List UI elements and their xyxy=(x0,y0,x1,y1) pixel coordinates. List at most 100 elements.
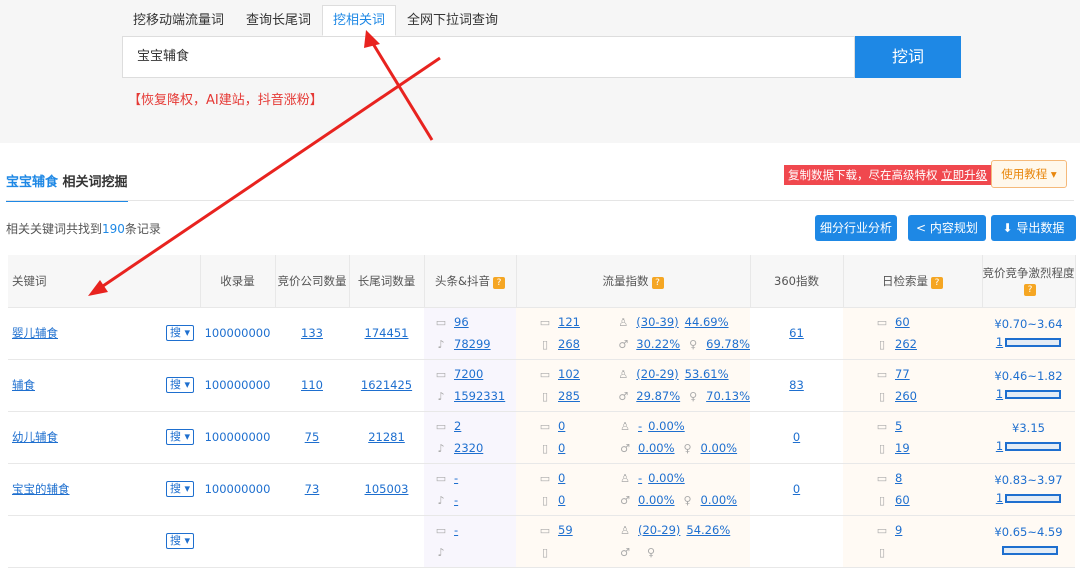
daily-mobile[interactable]: 19 xyxy=(895,441,910,455)
mobile-icon: ▯ xyxy=(541,389,549,403)
help-icon[interactable]: ? xyxy=(931,276,943,289)
competition-level[interactable]: 1 xyxy=(996,491,1003,505)
age-range[interactable]: (30-39) xyxy=(636,315,678,329)
daily-pc[interactable]: 5 xyxy=(895,419,902,433)
mobile-icon: ▯ xyxy=(878,441,886,455)
longtail-link[interactable]: 174451 xyxy=(365,326,409,340)
bid-cell: 75 xyxy=(275,411,349,464)
upgrade-link[interactable]: 立即升级 xyxy=(941,168,987,182)
tab-longtail[interactable]: 查询长尾词 xyxy=(235,5,322,36)
tab-mobile-traffic[interactable]: 挖移动端流量词 xyxy=(122,5,235,36)
tab-dropdown[interactable]: 全网下拉词查询 xyxy=(396,5,509,36)
help-icon[interactable]: ? xyxy=(492,276,505,289)
traffic-cell: ▭ 121 ▯ 268 ♙ (30-39) 44.69% ♂ 30.22% ♀ 69.78% xyxy=(516,307,750,360)
douyin-value[interactable]: 2320 xyxy=(454,441,483,455)
toutiao-value[interactable]: - xyxy=(454,471,458,485)
longtail-link[interactable]: 1621425 xyxy=(361,378,412,392)
help-icon[interactable]: ? xyxy=(1024,284,1036,297)
bid-companies-link[interactable]: 133 xyxy=(301,326,323,340)
female-percent[interactable]: 0.00% xyxy=(701,441,738,455)
pc-traffic[interactable]: 0 xyxy=(558,419,565,433)
search-input[interactable]: 宝宝辅食 xyxy=(122,36,855,78)
industry-analysis-button[interactable]: 细分行业分析 xyxy=(815,215,897,241)
search-area: 挖移动端流量词 查询长尾词 挖相关词 全网下拉词查询 宝宝辅食 挖词 【恢复降权… xyxy=(0,0,1080,143)
female-percent[interactable]: 0.00% xyxy=(701,493,738,507)
pc-icon: ▭ xyxy=(539,367,551,381)
toutiao-value[interactable]: 2 xyxy=(454,419,461,433)
keyword-link[interactable]: 幼儿辅食 xyxy=(12,430,58,444)
age-range[interactable]: (20-29) xyxy=(636,367,678,381)
bid-companies-link[interactable]: 75 xyxy=(305,430,320,444)
bid-companies-link[interactable]: 73 xyxy=(305,482,320,496)
male-percent[interactable]: 30.22% xyxy=(636,337,680,351)
col-longtail: 长尾词数量 xyxy=(349,255,425,308)
male-percent[interactable]: 0.00% xyxy=(638,493,675,507)
search-engine-dropdown[interactable]: 搜 ▾ xyxy=(165,325,194,341)
pc-icon: ▭ xyxy=(539,419,551,433)
content-plan-button[interactable]: < 内容规划 xyxy=(908,215,986,241)
female-icon: ♀ xyxy=(683,493,692,507)
toutiao-icon: ▭ xyxy=(435,315,447,329)
index-360[interactable]: 83 xyxy=(789,378,804,392)
daily-pc[interactable]: 8 xyxy=(895,471,902,485)
age-range[interactable]: - xyxy=(638,419,642,433)
tutorial-dropdown[interactable]: 使用教程 ▾ xyxy=(991,160,1067,188)
female-icon: ♀ xyxy=(646,545,656,559)
competition-level[interactable]: 1 xyxy=(996,439,1003,453)
tab-related[interactable]: 挖相关词 xyxy=(322,5,397,36)
pc-traffic[interactable]: 121 xyxy=(558,315,580,329)
competition-level[interactable]: 1 xyxy=(996,335,1003,349)
toutiao-douyin-cell: ▭ 7200 ♪ 1592331 xyxy=(424,359,516,412)
mobile-traffic[interactable]: 285 xyxy=(558,389,580,403)
search-button[interactable]: 挖词 xyxy=(855,36,961,78)
mobile-traffic[interactable]: 0 xyxy=(558,441,565,455)
female-percent[interactable]: 70.13% xyxy=(706,389,750,403)
male-percent[interactable]: 29.87% xyxy=(636,389,680,403)
index-360[interactable]: 0 xyxy=(793,482,800,496)
share-icon: < xyxy=(916,221,930,235)
search-engine-dropdown[interactable]: 搜 ▾ xyxy=(165,377,194,393)
age-range[interactable]: - xyxy=(638,471,642,485)
pc-traffic[interactable]: 0 xyxy=(558,471,565,485)
competition-bar xyxy=(1005,494,1062,503)
male-percent[interactable]: 0.00% xyxy=(638,441,675,455)
col-keyword: 关键词 xyxy=(8,255,201,308)
age-percent[interactable]: 53.61% xyxy=(685,367,729,381)
age-percent[interactable]: 0.00% xyxy=(648,419,685,433)
search-engine-dropdown[interactable]: 搜 ▾ xyxy=(165,429,194,445)
keyword-link[interactable]: 辅食 xyxy=(12,378,35,392)
longtail-link[interactable]: 105003 xyxy=(365,482,409,496)
bid-companies-link[interactable]: 110 xyxy=(301,378,323,392)
pc-traffic[interactable]: 102 xyxy=(558,367,580,381)
toutiao-value[interactable]: 7200 xyxy=(454,367,483,381)
longtail-link[interactable]: 21281 xyxy=(368,430,405,444)
douyin-value[interactable]: 78299 xyxy=(454,337,491,351)
daily-mobile[interactable]: 60 xyxy=(895,493,910,507)
index-360[interactable]: 61 xyxy=(789,326,804,340)
competition-bar xyxy=(1001,546,1058,555)
competition-level[interactable]: 1 xyxy=(996,387,1003,401)
keyword-link[interactable]: 婴儿辅食 xyxy=(12,326,58,340)
daily-pc[interactable]: 77 xyxy=(895,367,910,381)
promo-link[interactable]: 【恢复降权，AI建站，抖音涨粉】 xyxy=(128,89,323,108)
index-360[interactable]: 0 xyxy=(793,430,800,444)
toutiao-icon: ▭ xyxy=(435,471,447,485)
daily-mobile[interactable]: 262 xyxy=(895,337,917,351)
mobile-traffic[interactable]: 268 xyxy=(558,337,580,351)
export-button[interactable]: ⬇ 导出数据 xyxy=(991,215,1076,241)
toutiao-value[interactable]: 96 xyxy=(454,315,469,329)
daily-mobile[interactable]: 260 xyxy=(895,389,917,403)
douyin-value[interactable]: - xyxy=(454,493,458,507)
douyin-value[interactable]: 1592331 xyxy=(454,389,505,403)
pc-icon: ▭ xyxy=(876,367,888,381)
age-percent[interactable]: 44.69% xyxy=(685,315,729,329)
daily-pc[interactable]: 60 xyxy=(895,315,910,329)
keyword-link[interactable]: 宝宝的辅食 xyxy=(12,482,70,496)
mobile-traffic[interactable]: 0 xyxy=(558,493,565,507)
help-icon[interactable]: ? xyxy=(651,276,664,289)
search-engine-dropdown[interactable]: 搜 ▾ xyxy=(165,533,194,549)
search-engine-dropdown[interactable]: 搜 ▾ xyxy=(165,481,194,497)
female-percent[interactable]: 69.78% xyxy=(706,337,750,351)
age-percent[interactable]: 0.00% xyxy=(648,471,685,485)
col-traffic: 流量指数? xyxy=(516,255,751,308)
